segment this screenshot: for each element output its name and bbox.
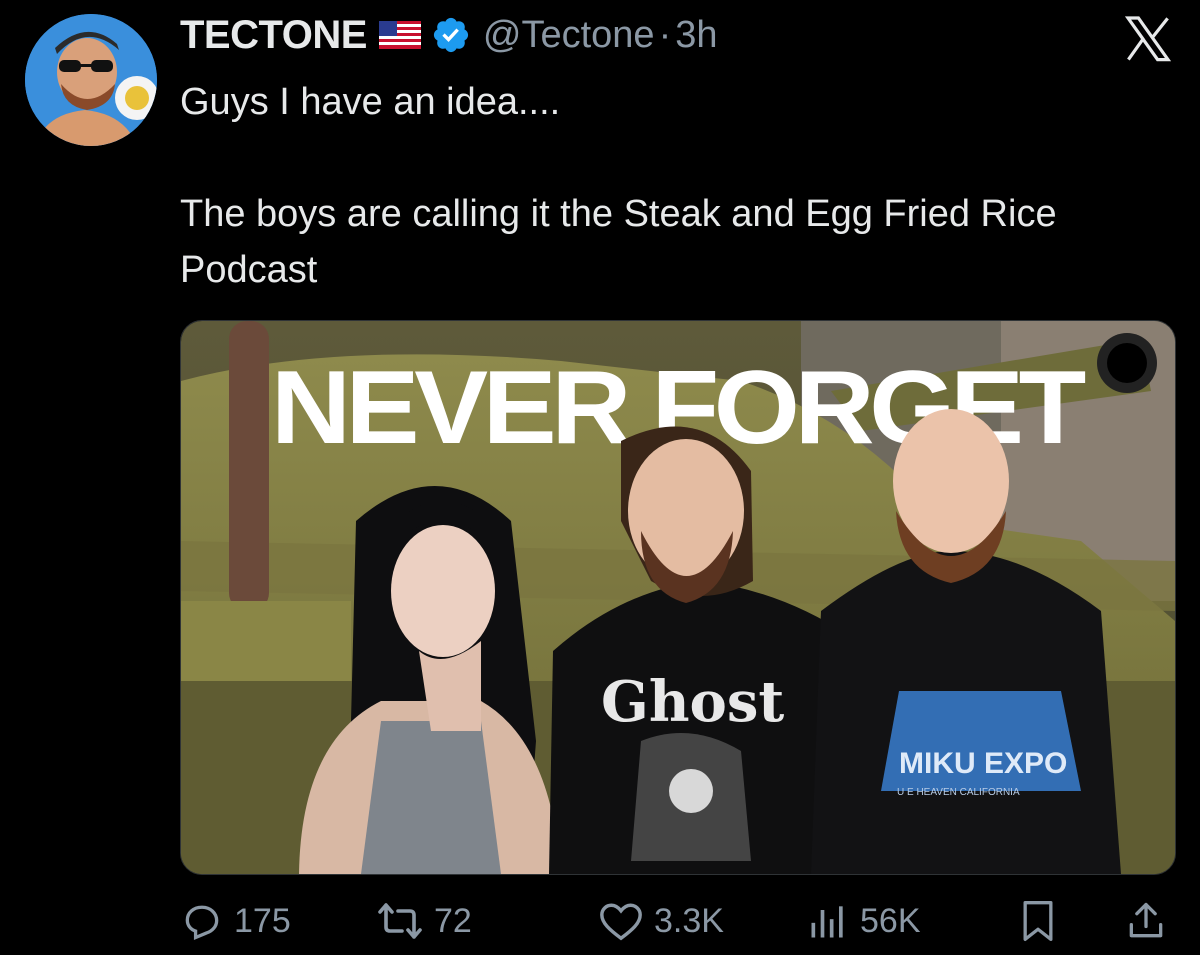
tweet-media-image[interactable]: NEVER FORGET Ghost MIKU EXPO U E HEAVEN … [180,320,1176,875]
author-name[interactable]: TECTONE [180,13,367,58]
views-count: 56K [860,901,921,940]
repost-icon [378,903,422,939]
reply-icon [185,905,219,940]
hoodie-subtitle-text: U E HEAVEN CALIFORNIA [897,787,1020,798]
tweet-header: TECTONE @Tectone · 3h [180,10,718,60]
x-logo-icon [1124,16,1172,62]
avatar-image [25,14,157,146]
us-flag-icon [378,21,421,49]
shirt-band-text: Ghost [601,669,784,735]
bookmark-icon [1023,901,1053,941]
like-icon [600,903,642,941]
tweet-action-bar: 175 72 3.3K 56K [180,890,1174,952]
reply-button[interactable]: 175 [180,890,291,952]
views-button[interactable]: 56K [806,890,921,952]
share-button[interactable] [1124,890,1168,952]
like-button[interactable]: 3.3K [598,890,724,952]
tweet-text: Guys I have an idea.... The boys are cal… [180,74,1140,298]
author-handle[interactable]: @Tectone [483,14,655,57]
avatar[interactable] [25,14,157,146]
hoodie-title-text: MIKU EXPO [899,747,1067,780]
bookmark-button[interactable] [1018,890,1058,952]
like-count: 3.3K [654,901,724,940]
repost-button[interactable]: 72 [376,890,472,952]
reply-count: 175 [234,901,291,940]
repost-count: 72 [434,901,472,940]
tweet-timestamp[interactable]: 3h [675,14,717,57]
verified-badge-icon[interactable] [431,15,471,55]
header-separator: · [658,13,672,56]
tweet-text-line: The boys are calling it the Steak and Eg… [180,193,1057,291]
views-icon [811,906,843,938]
tweet-text-line: Guys I have an idea.... [180,81,561,123]
share-icon [1129,902,1163,938]
